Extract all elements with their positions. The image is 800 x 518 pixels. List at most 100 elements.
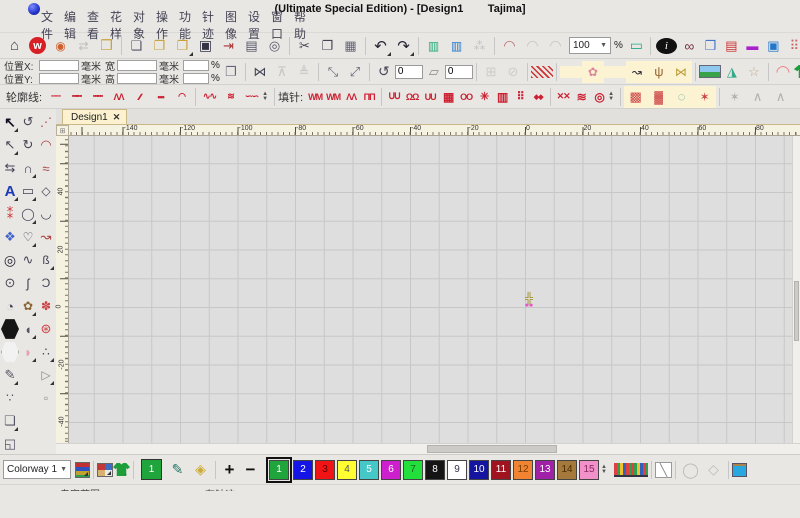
menu-edit[interactable]: 编辑 [59,14,82,36]
tshirt-icon[interactable] [794,65,800,78]
skew-angle-input[interactable] [445,65,473,79]
menu-design[interactable]: 花样 [105,14,128,36]
pos-x-input[interactable] [39,60,79,71]
height-percent-input[interactable] [183,73,209,84]
column-c-tool[interactable]: ↝ [37,226,55,248]
fill-coil-icon[interactable]: ΩΩ [403,88,421,106]
palette-swatch-2[interactable]: 2 [293,460,313,480]
open-recent-icon[interactable]: ❐ [171,35,194,57]
outline-e-stitch-icon[interactable]: ◠ [171,88,192,106]
palette-spinner[interactable]: ▲▼ [601,465,610,475]
menu-object[interactable]: 对象 [128,14,151,36]
palette-swatch-8[interactable]: 8 [425,460,445,480]
fill-dotted-circle-icon[interactable]: ◌ [670,86,693,108]
fill-tatami-icon[interactable]: WM [306,88,324,106]
motif-flower-tool[interactable]: ✽ [37,295,55,317]
palette-swatch-6[interactable]: 6 [381,460,401,480]
object-colors-icon[interactable]: ▤ [721,35,742,57]
product-tshirt-icon[interactable] [113,463,130,476]
outline-zigzag-icon[interactable]: ΛΛ [108,88,129,106]
mirror-x-icon[interactable]: ⋈ [249,61,271,83]
wilcom-w-icon[interactable]: w [29,37,46,54]
vertical-scroll-thumb[interactable] [794,281,799,341]
insert-image-icon[interactable] [699,65,721,78]
fill-dense-icon[interactable]: ▓ [647,86,670,108]
fill-tri1-icon[interactable]: ∧ [746,86,769,108]
save-icon[interactable]: ▣ [194,35,217,57]
horizontal-scroll-thumb[interactable] [427,445,557,453]
freehand-tool[interactable]: ∿ [19,249,37,271]
pacman-tool[interactable]: ◖ [19,318,37,340]
properties-doc-icon[interactable]: ❒ [700,35,721,57]
flower-needle-tool[interactable]: ✿ [19,295,37,317]
s-curve-tool[interactable]: ʃ [19,272,37,294]
thread-spool-icon[interactable]: ▣ [763,35,784,57]
palette-swatch-12[interactable]: 12 [513,460,533,480]
hoop-send-icon[interactable]: ◠ [498,35,521,57]
palette-swatch-3[interactable]: 3 [315,460,335,480]
fill-zigzag-icon[interactable]: ΛΛ [342,88,360,106]
fill-crosshatch-icon[interactable]: ▩ [624,86,647,108]
run-digitize-tool[interactable]: ⋰ [37,111,55,133]
wave-digitize-tool[interactable]: ≈ [37,157,55,179]
open-file-icon[interactable]: ❐ [148,35,171,57]
lettering-tool[interactable]: A [1,180,19,202]
send-design-icon[interactable]: ⇄ [72,35,95,57]
fill-dots-icon[interactable]: ⠿ [511,88,529,106]
fill-satin-icon[interactable]: WM [324,88,342,106]
new-file-icon[interactable]: ❏ [125,35,148,57]
monogram-tool[interactable]: ❖ [1,226,19,248]
target-point-tool[interactable]: ◎ [1,249,19,271]
print-icon[interactable]: ▤ [240,35,263,57]
fill-spiral-icon[interactable]: ◎ [590,88,608,106]
colorway-bars-icon[interactable] [75,462,90,478]
lasso-select-tool[interactable]: ↖ [1,134,19,156]
undo-icon[interactable]: ↶ [369,35,392,57]
spool-blue-icon[interactable] [732,463,747,477]
thread-chart-x-icon[interactable] [631,463,648,477]
palette-swatch-10[interactable]: 10 [469,460,489,480]
rectangle-tool[interactable]: ▭ [19,180,37,202]
stitch-sample-icon[interactable] [531,66,553,78]
palette-swatch-7[interactable]: 7 [403,460,423,480]
outline-wave2-icon[interactable]: ≋ [220,88,241,106]
hoop-right-icon[interactable]: ◠ [544,35,567,57]
arc-digitize-tool[interactable]: ◠ [37,134,55,156]
fill-arcs-icon[interactable]: ≋ [572,88,590,106]
fill-column-icon[interactable]: ▥ [493,88,511,106]
outline-run-icon[interactable]: ╌╌ [45,88,66,106]
remove-color-button[interactable]: − [240,459,261,481]
penetration-dots-tool[interactable]: ∵ [1,387,19,409]
c-shape-pink-tool[interactable]: ◗ [19,341,37,363]
outline-motif-icon[interactable]: ••• [150,88,171,106]
palette-swatch-1[interactable]: 1 [269,460,289,480]
copy-icon[interactable]: ❐ [316,35,339,57]
chevron-down-icon[interactable]: ▼ [600,42,607,49]
fill-rays-icon[interactable]: ✶ [693,86,716,108]
width-percent-input[interactable] [183,60,209,71]
colorway-select[interactable]: Colorway 1 ▼ [3,460,71,479]
palette-swatch-4[interactable]: 4 [337,460,357,480]
spinner-down-icon[interactable]: ▼ [262,97,271,102]
fill-squiggle-icon[interactable]: ՍՍ [385,88,403,106]
pos-y-input[interactable] [39,73,79,84]
node-points-tool[interactable]: ∴ [37,341,55,363]
overview-window-icon[interactable]: ▭ [626,35,647,57]
hexagon-outline-tool[interactable] [1,341,19,363]
leaf-outline-icon[interactable]: ✿ [582,61,604,83]
current-color-swatch[interactable]: 1 [141,459,162,480]
menu-stitch[interactable]: 针迹 [197,14,220,36]
fill-estitch-icon[interactable]: ΠΠ [360,88,378,106]
palette-swatch-9[interactable]: 9 [447,460,467,480]
width-input[interactable] [117,60,157,71]
scale-grid-icon[interactable]: ⊞ [480,61,502,83]
folders-icon[interactable]: ❒ [95,35,118,57]
spinner-down-icon[interactable]: ▼ [608,97,617,102]
auto-center-icon[interactable]: ❐ [220,61,242,83]
menu-settings[interactable]: 设置 [243,14,266,36]
rotate-angle-input[interactable] [395,65,423,79]
rotate-left-45-icon[interactable]: ⤡ [322,61,344,83]
stitch-dots-icon[interactable]: ⠿ [784,35,800,57]
machine-screen-icon[interactable]: ▥ [445,35,468,57]
tab-design1[interactable]: Design1 ✕ [62,109,127,124]
